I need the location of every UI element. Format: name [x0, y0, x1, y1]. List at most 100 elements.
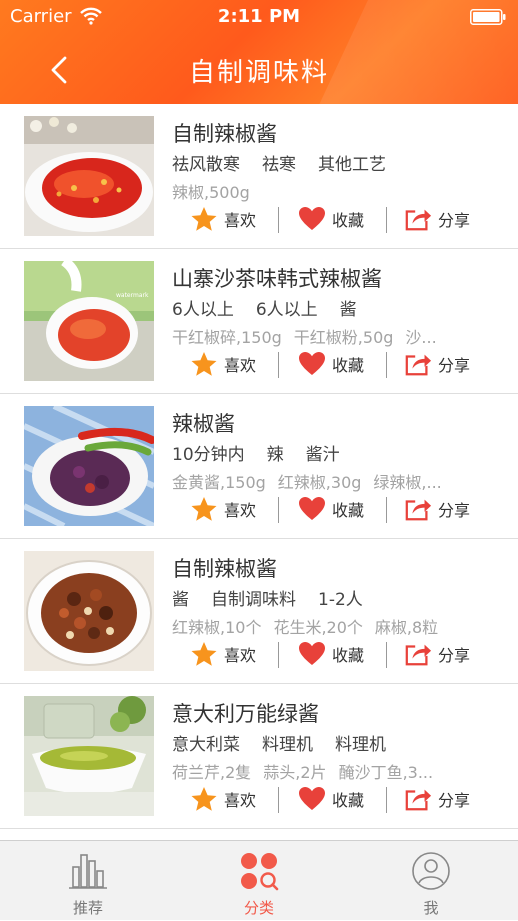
recipe-actions: 喜欢 收藏 分享: [172, 782, 518, 816]
recipe-tag: 6人以上: [172, 300, 234, 320]
share-button[interactable]: 分享: [404, 347, 470, 381]
recipe-tag: 自制调味料: [211, 590, 296, 610]
list-item[interactable]: watermark 山寨沙茶味韩式辣椒酱 6人以上 6人以上 酱 干红椒碎,150g…: [0, 249, 518, 394]
like-button[interactable]: 喜欢: [190, 782, 256, 816]
recipe-tag: 酱汁: [305, 445, 340, 465]
recipe-tag: 料理机: [335, 735, 386, 755]
share-label: 分享: [438, 501, 471, 520]
ingredient: 沙...: [405, 328, 437, 347]
recipe-tags: 酱 自制调味料 1-2人: [172, 585, 385, 610]
battery-icon: [470, 9, 506, 25]
tab-me[interactable]: 我: [345, 841, 517, 921]
favorite-button[interactable]: 收藏: [298, 347, 364, 381]
star-icon: [191, 787, 217, 811]
recipe-thumbnail[interactable]: watermark: [24, 261, 154, 381]
like-button[interactable]: 喜欢: [190, 202, 256, 236]
recipe-ingredients: 辣椒,500g: [172, 179, 472, 203]
recipe-tag: 酱: [339, 300, 357, 320]
share-button[interactable]: 分享: [404, 202, 470, 236]
recipe-actions: 喜欢 收藏 分享: [172, 492, 518, 526]
status-time: 2:11 PM: [217, 6, 301, 27]
recipe-title[interactable]: 自制辣椒酱: [172, 553, 277, 583]
like-label: 喜欢: [224, 356, 257, 375]
recipe-tag: 意大利菜: [172, 735, 240, 755]
ingredient: 干红椒碎,150g: [172, 328, 282, 347]
list-item[interactable]: 自制辣椒酱 酱 自制调味料 1-2人 红辣椒,10个 花生米,20个 麻椒,8粒 喜欢 …: [0, 539, 518, 684]
recipe-ingredients: 荷兰芹,2隻 蒜头,2片 醃沙丁鱼,3...: [172, 759, 472, 783]
favorite-button[interactable]: 收藏: [298, 637, 364, 671]
favorite-label: 收藏: [332, 791, 365, 810]
recipe-actions: 喜欢 收藏 分享: [172, 202, 518, 236]
share-button[interactable]: 分享: [404, 492, 470, 526]
like-label: 喜欢: [224, 211, 257, 230]
star-icon: [191, 497, 217, 521]
recipe-tag: 祛寒: [262, 155, 296, 175]
recipe-tag: 料理机: [262, 735, 313, 755]
recipe-thumbnail[interactable]: [24, 551, 154, 671]
divider: [278, 497, 279, 523]
like-label: 喜欢: [224, 646, 257, 665]
heart-icon: [299, 642, 325, 665]
list-item[interactable]: 自制辣椒酱 祛风散寒 祛寒 其他工艺 辣椒,500g 喜欢 收藏 分享: [0, 104, 518, 249]
share-label: 分享: [438, 791, 471, 810]
favorite-button[interactable]: 收藏: [298, 492, 364, 526]
tab-bar: 推荐 分类 我: [0, 840, 518, 920]
recipe-tag: 辣: [266, 445, 284, 465]
recipe-tags: 祛风散寒 祛寒 其他工艺: [172, 150, 408, 175]
ingredient: 荷兰芹,2隻: [172, 763, 252, 782]
favorite-label: 收藏: [332, 211, 365, 230]
recipe-tag: 祛风散寒: [172, 155, 240, 175]
tab-label: 分类: [243, 899, 274, 917]
recipe-thumbnail[interactable]: [24, 116, 154, 236]
recipe-tags: 10分钟内 辣 酱汁: [172, 440, 362, 465]
favorite-button[interactable]: 收藏: [298, 202, 364, 236]
recipe-title[interactable]: 自制辣椒酱: [172, 118, 277, 148]
share-icon: [405, 209, 432, 231]
recipe-title[interactable]: 意大利万能绿酱: [172, 698, 319, 728]
divider: [278, 642, 279, 668]
page-title: 自制调味料: [188, 58, 329, 88]
share-button[interactable]: 分享: [404, 637, 470, 671]
recipe-ingredients: 金黄酱,150g 红辣椒,30g 绿辣椒,...: [172, 469, 472, 493]
like-button[interactable]: 喜欢: [190, 637, 256, 671]
recipe-thumbnail[interactable]: [24, 696, 154, 816]
recipe-tags: 6人以上 6人以上 酱: [172, 295, 379, 320]
divider: [386, 497, 387, 523]
like-label: 喜欢: [224, 791, 257, 810]
divider: [386, 207, 387, 233]
ingredient: 花生米,20个: [273, 618, 363, 637]
recipe-title[interactable]: 辣椒酱: [172, 408, 235, 438]
share-icon: [405, 789, 432, 811]
tab-recommend[interactable]: 推荐: [2, 841, 174, 921]
list-item[interactable]: 辣椒酱 10分钟内 辣 酱汁 金黄酱,150g 红辣椒,30g 绿辣椒,... 喜欢 收…: [0, 394, 518, 539]
star-icon: [191, 352, 217, 376]
divider: [278, 352, 279, 378]
ingredient: 辣椒,500g: [172, 183, 250, 202]
recipe-thumbnail[interactable]: [24, 406, 154, 526]
heart-icon: [299, 352, 325, 375]
favorite-label: 收藏: [332, 501, 365, 520]
list-item[interactable]: 意大利万能绿酱 意大利菜 料理机 料理机 荷兰芹,2隻 蒜头,2片 醃沙丁鱼,3... …: [0, 684, 518, 829]
share-label: 分享: [438, 211, 471, 230]
category-grid-icon: [241, 853, 279, 891]
recipe-ingredients: 红辣椒,10个 花生米,20个 麻椒,8粒: [172, 614, 472, 638]
recipe-tag: 1-2人: [318, 590, 363, 610]
tab-category[interactable]: 分类: [173, 841, 345, 921]
profile-icon: [412, 852, 450, 890]
recipe-tag: 10分钟内: [172, 445, 245, 465]
like-button[interactable]: 喜欢: [190, 492, 256, 526]
share-icon: [405, 644, 432, 666]
ingredient: 红辣椒,10个: [172, 618, 262, 637]
heart-icon: [299, 787, 325, 810]
recipe-list[interactable]: 自制辣椒酱 祛风散寒 祛寒 其他工艺 辣椒,500g 喜欢 收藏 分享 wate…: [0, 104, 518, 829]
ingredient: 绿辣椒,...: [373, 473, 442, 492]
share-button[interactable]: 分享: [404, 782, 470, 816]
ingredient: 金黄酱,150g: [172, 473, 266, 492]
like-label: 喜欢: [224, 501, 257, 520]
recipe-tag: 6人以上: [255, 300, 318, 320]
favorite-button[interactable]: 收藏: [298, 782, 364, 816]
divider: [386, 352, 387, 378]
recipe-tags: 意大利菜 料理机 料理机: [172, 730, 408, 755]
recipe-title[interactable]: 山寨沙茶味韩式辣椒酱: [172, 263, 382, 293]
like-button[interactable]: 喜欢: [190, 347, 256, 381]
